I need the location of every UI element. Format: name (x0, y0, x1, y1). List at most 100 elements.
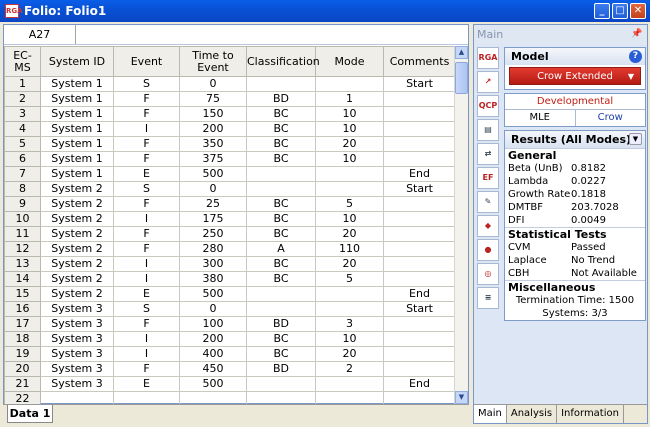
table-cell[interactable] (383, 151, 456, 167)
table-cell[interactable] (383, 196, 456, 212)
row-number[interactable]: 4 (4, 121, 41, 137)
table-cell[interactable]: System 2 (40, 196, 114, 212)
table-cell[interactable]: BC (246, 121, 316, 137)
table-cell[interactable]: System 1 (40, 151, 114, 167)
table-cell[interactable]: F (113, 106, 180, 122)
table-cell[interactable] (383, 331, 456, 347)
table-cell[interactable]: System 1 (40, 76, 114, 92)
row-number[interactable]: 5 (4, 136, 41, 152)
formula-input[interactable] (76, 25, 468, 44)
table-cell[interactable]: 110 (315, 241, 384, 257)
row-number[interactable]: 11 (4, 226, 41, 242)
tab-analysis[interactable]: Analysis (507, 405, 558, 423)
table-cell[interactable]: I (113, 271, 180, 287)
table-cell[interactable]: F (113, 316, 180, 332)
row-number[interactable]: 13 (4, 256, 41, 272)
notes-icon[interactable]: ✎ (477, 191, 499, 213)
table-cell[interactable]: 500 (179, 286, 247, 302)
table-cell[interactable] (383, 256, 456, 272)
table-cell[interactable] (315, 166, 384, 182)
table-cell[interactable]: 10 (315, 331, 384, 347)
table-cell[interactable] (315, 181, 384, 197)
table-cell[interactable]: 0 (179, 301, 247, 317)
table-cell[interactable]: I (113, 331, 180, 347)
scroll-up-button[interactable]: ▲ (455, 46, 468, 59)
table-cell[interactable]: E (113, 286, 180, 302)
column-header[interactable]: Mode (315, 46, 384, 77)
table-cell[interactable]: System 3 (40, 301, 114, 317)
table-cell[interactable] (246, 76, 316, 92)
table-cell[interactable]: 20 (315, 346, 384, 362)
table-cell[interactable]: F (113, 91, 180, 107)
table-cell[interactable]: BC (246, 211, 316, 227)
table-cell[interactable]: System 2 (40, 181, 114, 197)
table-cell[interactable] (383, 106, 456, 122)
table-cell[interactable]: 10 (315, 106, 384, 122)
table-cell[interactable] (315, 301, 384, 317)
model-select-dropdown[interactable]: Crow Extended ▼ (509, 67, 641, 85)
table-cell[interactable]: System 1 (40, 106, 114, 122)
table-cell[interactable]: 500 (179, 376, 247, 392)
table-cell[interactable]: E (113, 376, 180, 392)
help-icon[interactable]: ? (629, 50, 642, 63)
crow-option[interactable]: Crow (576, 110, 646, 126)
column-header[interactable]: Time to Event (179, 46, 247, 77)
column-header[interactable]: EC-MS (4, 46, 41, 77)
table-cell[interactable]: A (246, 241, 316, 257)
table-cell[interactable]: I (113, 211, 180, 227)
table-cell[interactable]: BC (246, 331, 316, 347)
table-cell[interactable]: 450 (179, 361, 247, 377)
column-header[interactable]: Classification (246, 46, 320, 77)
table-cell[interactable] (383, 361, 456, 377)
table-cell[interactable]: I (113, 121, 180, 137)
table-cell[interactable]: BC (246, 226, 316, 242)
title-bar[interactable]: RGA Folio: Folio1 _ □ ✕ (0, 0, 650, 22)
table-cell[interactable]: 20 (315, 256, 384, 272)
table-cell[interactable] (383, 136, 456, 152)
table-cell[interactable] (246, 181, 316, 197)
table-cell[interactable] (246, 166, 316, 182)
mle-option[interactable]: MLE (505, 110, 576, 126)
table-cell[interactable]: Start (383, 76, 456, 92)
table-cell[interactable]: BD (246, 361, 316, 377)
table-cell[interactable]: 0 (179, 181, 247, 197)
table-cell[interactable]: S (113, 76, 180, 92)
tab-information[interactable]: Information (557, 405, 624, 423)
table-cell[interactable] (246, 301, 316, 317)
row-number[interactable]: 15 (4, 286, 41, 302)
table-cell[interactable]: 25 (179, 196, 247, 212)
table-cell[interactable]: System 3 (40, 331, 114, 347)
table-cell[interactable] (246, 376, 316, 392)
transfer-icon[interactable]: ⇄ (477, 143, 499, 165)
table-cell[interactable]: Start (383, 301, 456, 317)
table-cell[interactable]: BC (246, 196, 316, 212)
table-cell[interactable]: I (113, 256, 180, 272)
table-cell[interactable]: System 2 (40, 241, 114, 257)
table-cell[interactable]: System 2 (40, 271, 114, 287)
table-cell[interactable]: BC (246, 256, 316, 272)
scroll-down-button[interactable]: ▼ (455, 391, 468, 404)
close-button[interactable]: ✕ (630, 3, 646, 19)
table-cell[interactable]: 500 (179, 166, 247, 182)
table-cell[interactable]: 10 (315, 151, 384, 167)
table-cell[interactable]: System 3 (40, 376, 114, 392)
table-cell[interactable]: 375 (179, 151, 247, 167)
table-cell[interactable] (246, 286, 316, 302)
table-cell[interactable]: S (113, 301, 180, 317)
scroll-thumb[interactable] (455, 62, 468, 94)
column-header[interactable]: System ID (40, 46, 114, 77)
table-cell[interactable]: BD (246, 316, 316, 332)
rank-icon[interactable]: ● (477, 239, 499, 261)
row-number[interactable]: 17 (4, 316, 41, 332)
table-cell[interactable]: 380 (179, 271, 247, 287)
table-cell[interactable]: System 2 (40, 286, 114, 302)
table-cell[interactable]: 200 (179, 121, 247, 137)
table-cell[interactable]: 200 (179, 331, 247, 347)
table-cell[interactable]: F (113, 151, 180, 167)
table-cell[interactable]: System 3 (40, 361, 114, 377)
row-number[interactable]: 14 (4, 271, 41, 287)
table-cell[interactable]: BC (246, 346, 316, 362)
table-cell[interactable]: F (113, 241, 180, 257)
table-cell[interactable] (383, 316, 456, 332)
table-cell[interactable]: System 2 (40, 256, 114, 272)
